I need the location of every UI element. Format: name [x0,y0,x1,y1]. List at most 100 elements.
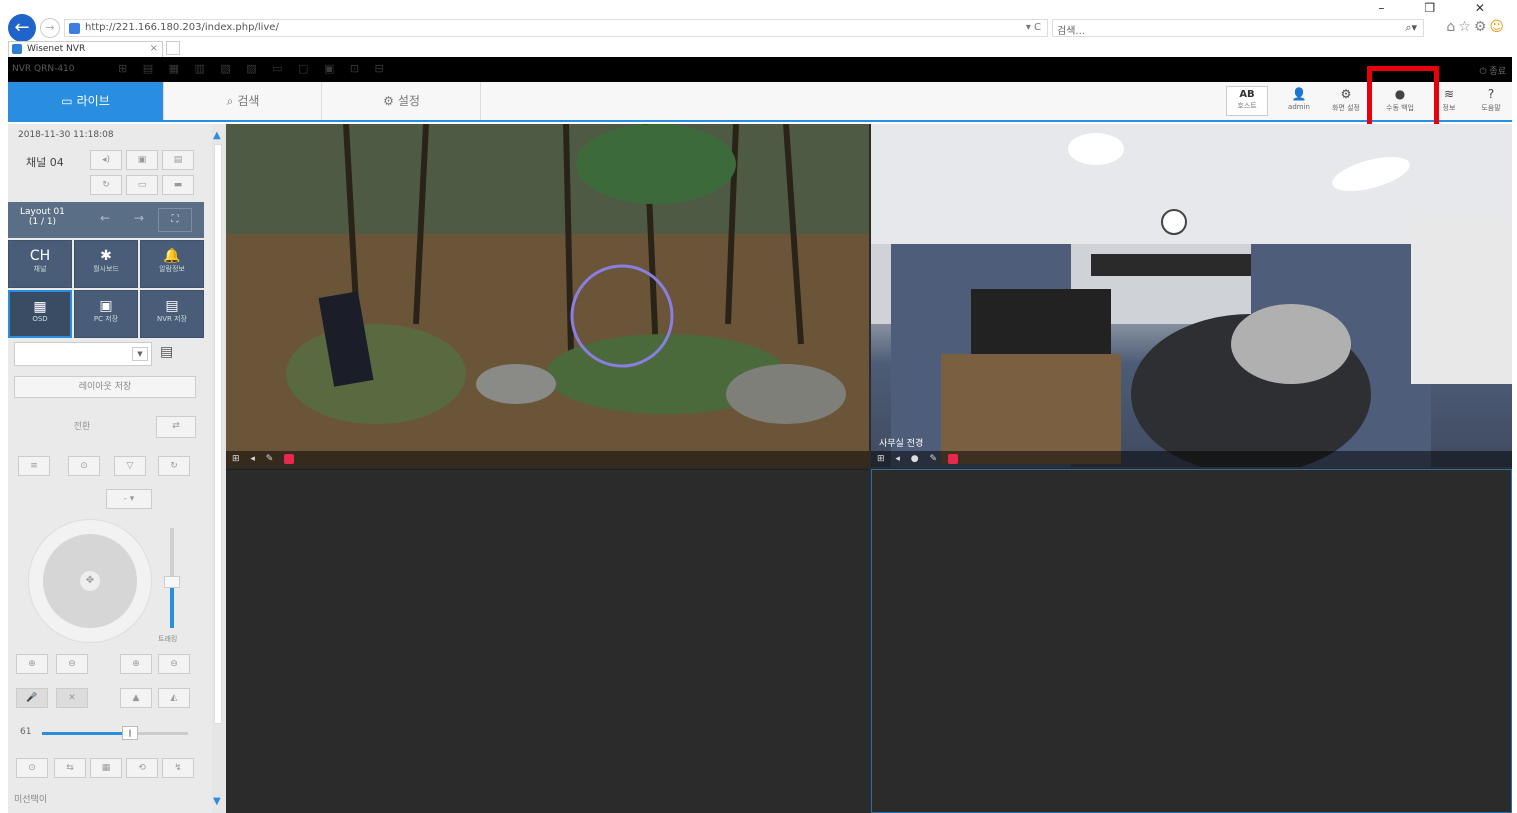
pc-save-button[interactable]: ▣ PC 저장 [74,290,138,338]
logout-button[interactable]: ⏻ 종료 [1479,64,1506,77]
host-label: 호스트 [1237,102,1257,110]
filter-icon[interactable]: ▽ [114,456,146,476]
help-label: 도움말 [1481,104,1501,112]
forward-button[interactable]: → [40,18,60,38]
monitor-icon: ▭ [61,94,73,108]
layout-icons[interactable]: ⊞ ▤ ▦ ▥ ▧ ▨ ▭ ▢ ▣ ⊡ ⊟ [118,62,390,75]
camera-view-4-empty[interactable] [871,469,1512,813]
address-bar[interactable]: http://221.166.180.203/index.php/live/ ▾… [64,19,1048,37]
audio-icon[interactable]: ◂) [90,150,122,170]
camera-2-controls[interactable]: ⊞ ◂ ● ✎ [871,451,1512,467]
sequence-icon: ✱ [100,248,112,264]
iris-open-icon[interactable]: ▲ [120,688,152,708]
chevron-down-icon[interactable]: ▼ [132,347,148,361]
ptz-trace-icon[interactable]: ↯ [162,758,194,778]
zoom-slider-thumb[interactable] [164,576,180,588]
ptz-tour-icon[interactable]: ⟲ [126,758,158,778]
osd-button[interactable]: ▦ OSD [8,290,72,338]
forest-scene-image [226,124,869,467]
document-icon[interactable]: ▤ [160,344,173,360]
bell-icon: 🔔 [163,248,181,264]
tab-live[interactable]: ▭ 라이브 [8,82,164,120]
scrollbar-thumb[interactable] [214,144,222,724]
refresh-controls[interactable]: ▾ C [1026,22,1041,33]
ptz-preset-icon[interactable]: ⊙ [16,758,48,778]
ptz-joystick[interactable]: ✥ [28,519,152,643]
tab-search[interactable]: ⌕ 검색 [165,82,322,120]
back-button[interactable]: ← [8,14,36,42]
admin-button[interactable]: 👤 admin [1278,85,1320,119]
camera-view-1[interactable]: ⊞ ◂ ✎ [226,124,869,467]
zoom-out-icon[interactable]: ⊖ [56,654,88,674]
speed-slider-fill [42,732,130,735]
next-layout-icon[interactable]: → [134,211,144,225]
preset-label: 미선택이 [14,795,48,805]
ptz-group-icon[interactable]: ▦ [90,758,122,778]
camera-view-2[interactable]: 사무실 전경 ⊞ ◂ ● ✎ [871,124,1512,467]
fullscreen-channel-icon[interactable]: ▬ [162,175,194,195]
tab-close-icon[interactable]: × [150,43,158,54]
address-url[interactable]: http://221.166.180.203/index.php/live/ [85,22,279,33]
search-box[interactable]: 검색... ⌕▾ [1052,19,1424,37]
browser-tab[interactable]: Wisenet NVR × [8,41,163,57]
channel-label: 채널 04 [26,156,64,169]
focus-far-icon[interactable]: ⊖ [158,654,190,674]
sequence-button[interactable]: ✱ 월시보드 [74,240,138,288]
focus-near-icon[interactable]: ⊕ [120,654,152,674]
print-icon[interactable]: ▤ [162,150,194,170]
tab-settings[interactable]: ⚙ 설정 [323,82,481,120]
new-tab-button[interactable] [166,41,180,55]
browser-toolbar-icons[interactable]: ⌂☆⚙☺ [1446,19,1507,35]
screen-settings-label: 화면 설정 [1332,104,1360,112]
alarm-button[interactable]: 🔔 알람정보 [140,240,204,288]
fullscreen-icon[interactable]: ⛶ [158,208,192,232]
mute-icon[interactable]: ✕ [56,688,88,708]
feedback-smile-icon[interactable]: ☺ [1489,19,1507,35]
site-favicon-icon [69,23,80,34]
fit-icon[interactable]: ▭ [126,175,158,195]
tab-live-label: 라이브 [76,94,110,108]
ptz-swing-icon[interactable]: ⇆ [54,758,86,778]
search-placeholder[interactable]: 검색... [1057,22,1085,37]
user-icon: 👤 [1291,87,1307,101]
camera-1-controls[interactable]: ⊞ ◂ ✎ [226,451,869,467]
camera-view-3-empty[interactable] [226,469,869,813]
tab-favicon-icon [12,44,22,54]
nvr-save-icon: ▤ [165,298,179,314]
pc-save-icon: ▣ [99,298,113,314]
chevron-up-icon[interactable]: ▲ [213,130,221,141]
search-icon[interactable]: ⌕▾ [1405,21,1417,35]
snapshot-icon[interactable]: ▣ [126,150,158,170]
screen-settings-button[interactable]: ⚙ 화면 설정 [1325,85,1367,119]
home-star-gear-icons[interactable]: ⌂☆⚙ [1446,19,1489,35]
nvr-model: NVR QRN-410 [12,64,75,74]
ptz-center-icon[interactable]: ✥ [80,571,100,591]
prev-layout-icon[interactable]: ← [100,211,110,225]
channel-grid-button[interactable]: CH 채널 [8,240,72,288]
refresh-icon[interactable]: ↻ [158,456,190,476]
help-button[interactable]: ? 도움말 [1470,85,1512,119]
microphone-icon[interactable]: 🎤 [16,688,48,708]
layout-select[interactable]: ▼ [14,342,152,366]
host-button[interactable]: AB 호스트 [1226,86,1268,116]
switch-button[interactable]: 전환 [46,416,118,438]
record-indicator-icon[interactable] [284,453,295,464]
menu-icon[interactable]: ≡ [18,456,50,476]
browser-chrome: ← → http://221.166.180.203/index.php/liv… [0,0,1517,57]
nvr-save-button[interactable]: ▤ NVR 저장 [140,290,204,338]
ptz-pad[interactable]: ✥ [43,534,137,628]
save-layout-button[interactable]: 레이아웃 저장 [14,376,196,398]
layout-bar: Layout 01 (1 / 1) ← → ⛶ [8,202,204,238]
window-controls[interactable]: – ❐ ✕ [1379,1,1503,15]
osd-icon: ▦ [33,299,47,315]
sidebar-scrollbar[interactable]: ▲ ▼ [212,124,226,813]
zoom-in-icon[interactable]: ⊕ [16,654,48,674]
iris-close-icon[interactable]: ◭ [158,688,190,708]
speed-slider-thumb[interactable]: ‖ [122,726,138,740]
rotate-icon[interactable]: ↻ [90,175,122,195]
preset-select[interactable]: - ▾ [106,489,152,509]
target-icon[interactable]: ⊙ [68,456,100,476]
chevron-down-icon[interactable]: ▼ [213,796,221,807]
camera-switch-icon[interactable]: ⇄ [156,416,196,438]
record-indicator-icon[interactable] [947,453,958,464]
